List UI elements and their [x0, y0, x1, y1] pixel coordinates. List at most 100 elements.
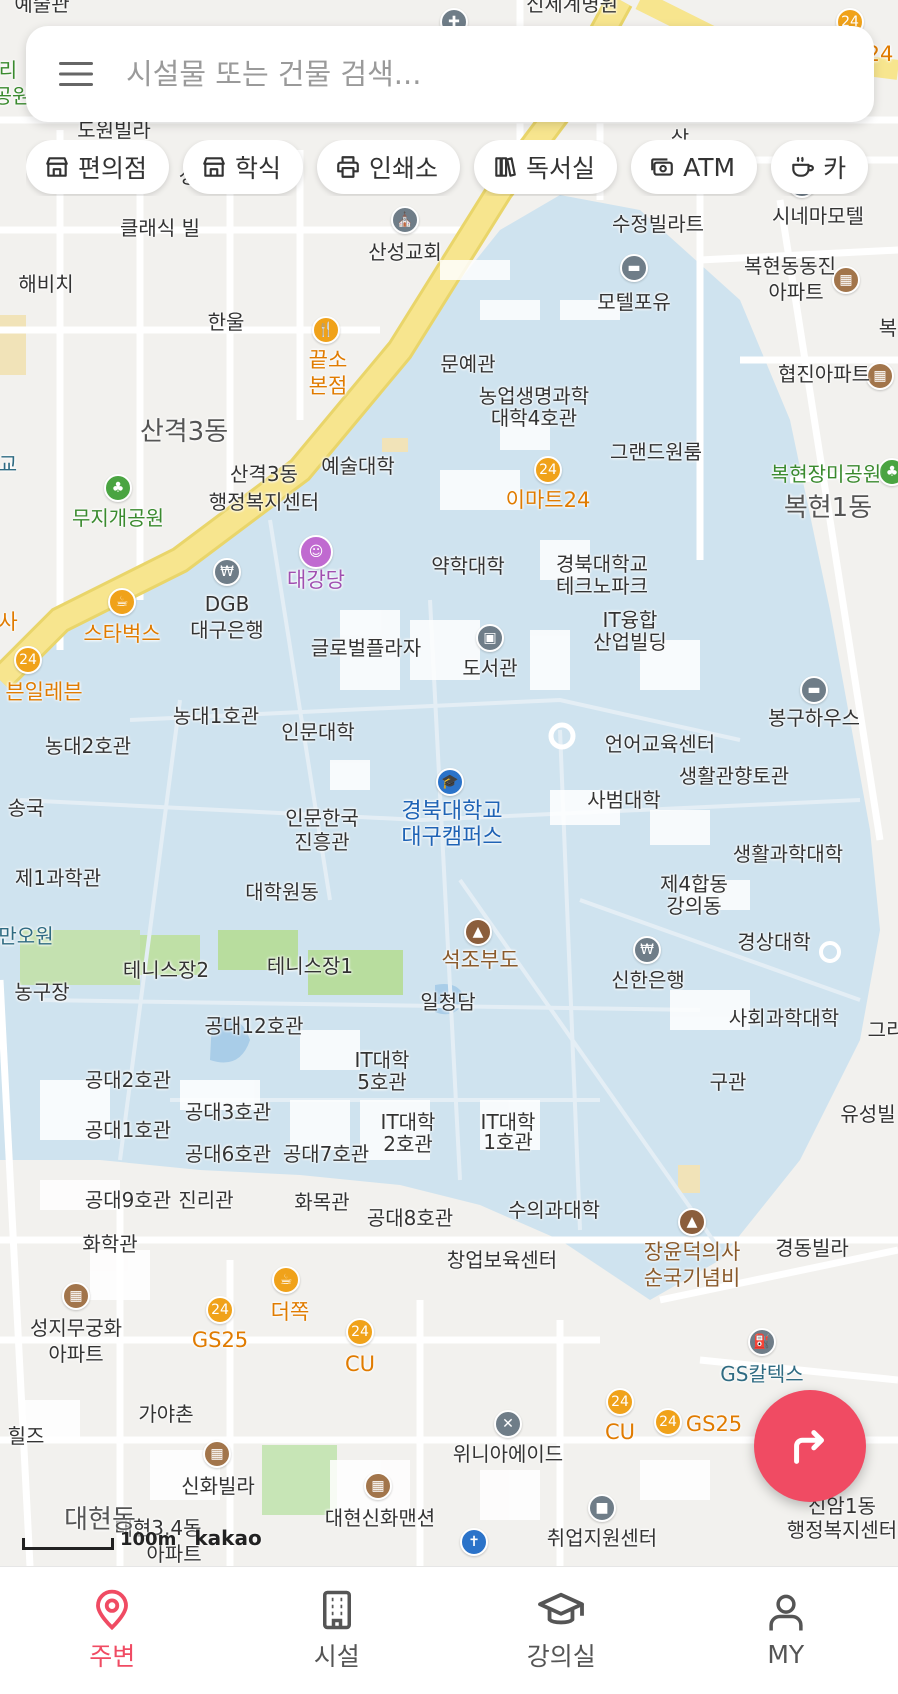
map-label: DGB — [204, 592, 250, 616]
map-label: 더쪽 — [270, 1300, 310, 1324]
church-icon[interactable]: ⛪ — [391, 206, 419, 234]
map-label: 2호관 — [383, 1132, 433, 1156]
chip-label: 인쇄소 — [369, 154, 439, 183]
map-label: 행정복지센터 — [208, 490, 320, 514]
bank-icon[interactable]: ₩ — [213, 558, 241, 586]
chip-cafe[interactable]: 카 — [771, 140, 869, 194]
convenience-store-icon[interactable]: 24 — [14, 646, 42, 674]
map-label: 위니아에이드 — [452, 1442, 564, 1466]
map-label: 복현장미공원 — [770, 462, 882, 486]
apartment-icon[interactable]: ▦ — [832, 266, 860, 294]
map-label: 산업빌딩 — [593, 630, 667, 654]
chip-reading-room[interactable]: 독서실 — [474, 140, 618, 194]
map-label: GS25 — [191, 1328, 249, 1352]
chip-label: 편의점 — [78, 154, 148, 183]
office-icon[interactable]: ■ — [588, 1494, 616, 1522]
map-label: 공대9호관 — [84, 1188, 172, 1212]
menu-button[interactable] — [26, 26, 126, 122]
turn-right-arrow-icon — [794, 1430, 824, 1464]
map-label: 공대7호관 — [282, 1142, 370, 1166]
map-label: 사회과학대학 — [728, 1006, 840, 1030]
map-label: 진흥관 — [294, 830, 350, 854]
map-label: 리 — [0, 58, 18, 82]
convenience-store-icon[interactable]: 24 — [534, 456, 562, 484]
bottom-navigation: 주변 시설 강의실 MY — [0, 1566, 898, 1694]
map-label: 경상대학 — [737, 930, 811, 954]
restaurant-icon[interactable]: 🍴 — [312, 316, 340, 344]
printer-icon — [337, 156, 359, 178]
cafe-icon — [792, 156, 814, 177]
money-icon — [651, 158, 673, 176]
map-label: 협진아파트 — [778, 362, 870, 386]
apartment-icon[interactable]: ▦ — [62, 1282, 90, 1310]
map-label: 테니스장2 — [122, 958, 210, 982]
chip-convenience-store[interactable]: 편의점 — [26, 140, 170, 194]
cafe-icon[interactable]: ☕ — [272, 1266, 300, 1294]
map-label: 본점 — [308, 374, 348, 398]
convenience-store-icon[interactable]: 24 — [346, 1318, 374, 1346]
user-icon — [769, 1594, 803, 1631]
nav-classrooms[interactable]: 강의실 — [449, 1567, 674, 1694]
directions-button[interactable] — [754, 1390, 866, 1502]
map-label: 화목관 — [294, 1190, 350, 1214]
gas-station-icon[interactable]: ⛽ — [748, 1328, 776, 1356]
map-label: 무지개공원 — [72, 506, 164, 530]
chip-print-shop[interactable]: 인쇄소 — [317, 140, 461, 194]
repair-icon[interactable]: ✕ — [494, 1410, 522, 1438]
map-label: 행정복지센터 — [786, 1518, 898, 1542]
category-chips: 편의점 학식 인쇄소 독서실 ATM 카 — [26, 140, 898, 196]
auditorium-icon[interactable]: ☺ — [299, 535, 333, 569]
map-label: 유성빌 — [840, 1102, 896, 1126]
map-label: 경북대학교 — [556, 552, 648, 576]
map-view[interactable]: ✚ ⛪ ▬ ▬ ▬ ▦ ▦ 🍴 24 24 ♣ ♣ ☺ ₩ ☕ 24 ▣ 🎓 ▲… — [0, 0, 898, 1566]
map-label: CU — [604, 1420, 636, 1444]
chip-atm[interactable]: ATM — [631, 140, 758, 194]
map-label: 농구장 — [14, 980, 70, 1004]
scale-text: 100m — [120, 1529, 177, 1550]
apartment-icon[interactable]: ▦ — [866, 362, 894, 390]
map-label: 공대8호관 — [366, 1206, 454, 1230]
landmark-icon[interactable]: ▲ — [678, 1208, 706, 1236]
map-label: 신한은행 — [611, 968, 685, 992]
map-label: 강의동 — [666, 894, 722, 918]
convenience-store-icon[interactable]: 24 — [206, 1296, 234, 1324]
bank-icon[interactable]: ₩ — [633, 936, 661, 964]
map-label: 5호관 — [357, 1070, 407, 1094]
landmark-icon[interactable]: ▲ — [464, 918, 492, 946]
nav-facilities[interactable]: 시설 — [225, 1567, 450, 1694]
cafe-icon[interactable]: ☕ — [108, 588, 136, 616]
map-label: 대강당 — [287, 568, 345, 592]
map-label: 만오원 — [0, 924, 54, 948]
church-icon[interactable]: ✝ — [460, 1528, 488, 1556]
convenience-store-icon[interactable]: 24 — [654, 1408, 682, 1436]
map-label: GS칼텍스 — [720, 1362, 804, 1386]
apartment-icon[interactable]: ▦ — [364, 1472, 392, 1500]
park-icon[interactable]: ♣ — [104, 474, 132, 502]
library-icon[interactable]: ▣ — [476, 624, 504, 652]
map-label: 공대2호관 — [84, 1068, 172, 1092]
map-label: 농업생명과학 — [478, 384, 590, 408]
map-label: GS25 — [685, 1412, 743, 1436]
nav-nearby[interactable]: 주변 — [0, 1567, 225, 1694]
map-label: 복현1동 — [783, 493, 873, 523]
map-label: 생활관향토관 — [678, 764, 790, 788]
convenience-store-icon[interactable]: 24 — [606, 1388, 634, 1416]
map-label: 아파트 — [768, 280, 824, 304]
map-label: 해비치 — [18, 272, 74, 296]
nav-my[interactable]: MY — [674, 1567, 898, 1694]
map-label: 신화빌라 — [181, 1474, 255, 1498]
building-icon — [322, 1590, 351, 1629]
map-label: 테니스장1 — [266, 954, 354, 978]
map-label: 산격3동 — [230, 462, 298, 486]
map-label: 도서관 — [462, 656, 518, 680]
hotel-icon[interactable]: ▬ — [800, 676, 828, 704]
university-icon[interactable]: 🎓 — [436, 768, 464, 796]
map-label: 힐즈 — [7, 1424, 45, 1448]
map-label: CU — [344, 1352, 376, 1376]
map-label: 약학대학 — [431, 554, 505, 578]
chip-cafeteria[interactable]: 학식 — [183, 140, 304, 194]
hotel-icon[interactable]: ▬ — [620, 254, 648, 282]
apartment-icon[interactable]: ▦ — [203, 1440, 231, 1468]
search-input[interactable] — [126, 57, 826, 91]
map-label: 끝소 — [308, 348, 348, 372]
